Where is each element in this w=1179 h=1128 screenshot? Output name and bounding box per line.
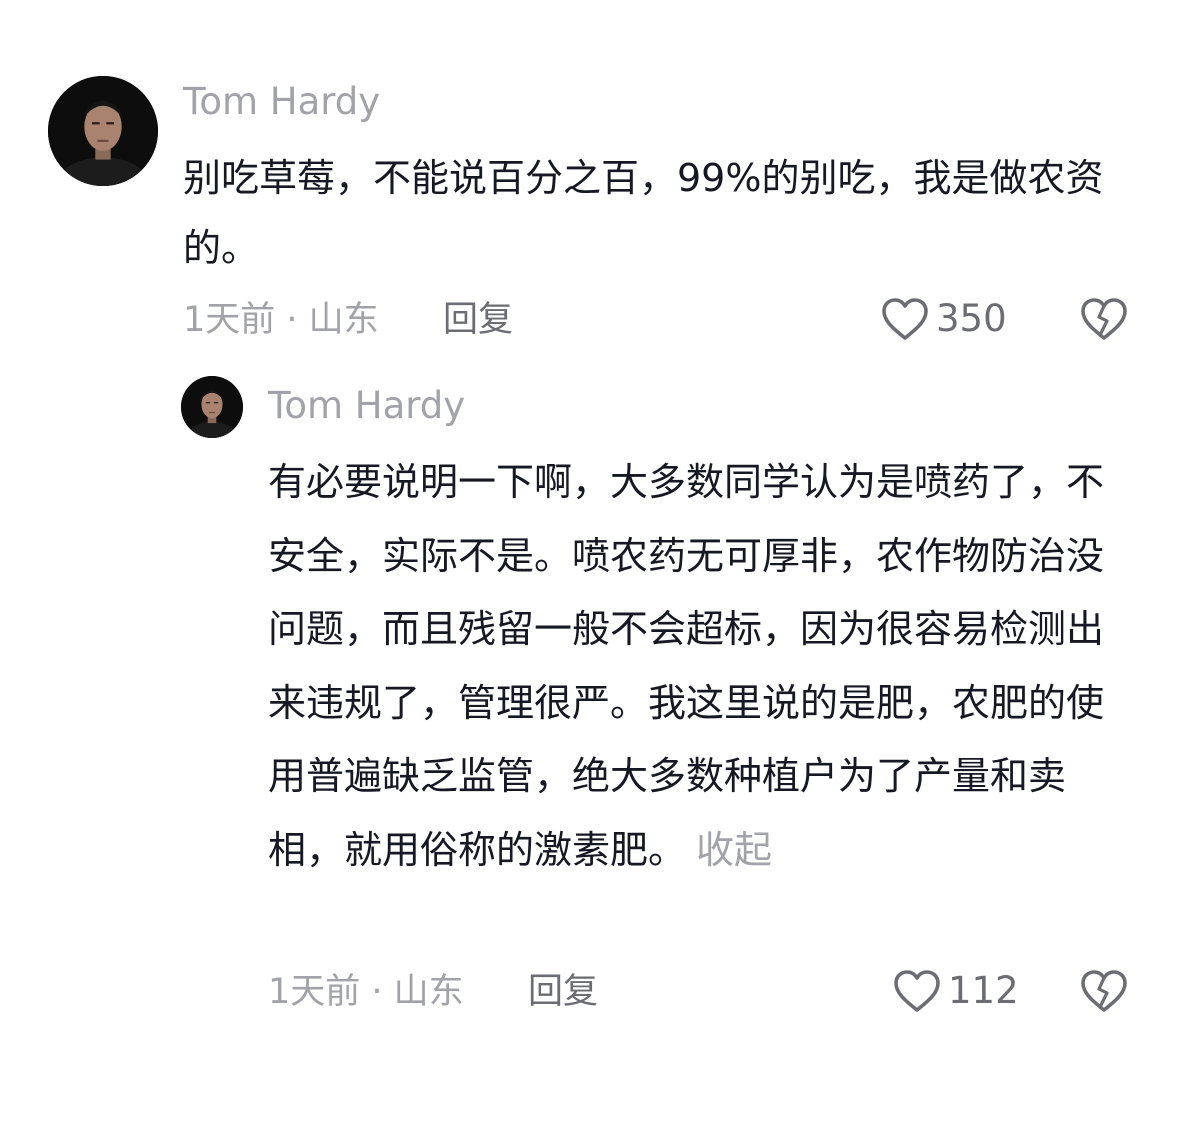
dislike-button[interactable]: [1079, 968, 1129, 1014]
collapse-button[interactable]: 收起: [696, 828, 772, 872]
avatar[interactable]: [48, 76, 158, 186]
comment-text-content: 别吃草莓，不能说百分之百，99%的别吃，我是做农资的。: [183, 156, 1104, 270]
reply-button[interactable]: 回复: [528, 970, 598, 1014]
comment-text: 别吃草莓，不能说百分之百，99%的别吃，我是做农资的。: [183, 143, 1133, 283]
heart-outline-icon: [882, 298, 928, 340]
reply-comment-item: Tom Hardy 有必要说明一下啊，大多数同学认为是喷药了，不安全，实际不是。…: [0, 360, 1179, 1040]
comment-time-location: 1天前 · 山东: [183, 300, 379, 340]
like-count: 350: [936, 297, 1007, 340]
comment-item: Tom Hardy 别吃草莓，不能说百分之百，99%的别吃，我是做农资的。 1天…: [0, 0, 1179, 360]
broken-heart-icon: [1081, 298, 1127, 340]
comment-text-content: 有必要说明一下啊，大多数同学认为是喷药了，不安全，实际不是。喷农药无可厚非，农作…: [268, 460, 1105, 872]
dislike-button[interactable]: [1079, 296, 1129, 342]
avatar-image: [48, 76, 158, 186]
username[interactable]: Tom Hardy: [183, 78, 380, 126]
username[interactable]: Tom Hardy: [268, 382, 465, 430]
broken-heart-icon: [1081, 970, 1127, 1012]
reply-button[interactable]: 回复: [443, 298, 513, 342]
heart-outline-icon: [894, 970, 940, 1012]
comment-text: 有必要说明一下啊，大多数同学认为是喷药了，不安全，实际不是。喷农药无可厚非，农作…: [268, 446, 1123, 887]
comment-time-location: 1天前 · 山东: [268, 972, 464, 1012]
avatar[interactable]: [181, 376, 243, 438]
like-button[interactable]: 112: [892, 968, 1019, 1014]
like-count: 112: [948, 969, 1019, 1012]
like-button[interactable]: 350: [880, 296, 1007, 342]
avatar-image: [181, 376, 243, 438]
